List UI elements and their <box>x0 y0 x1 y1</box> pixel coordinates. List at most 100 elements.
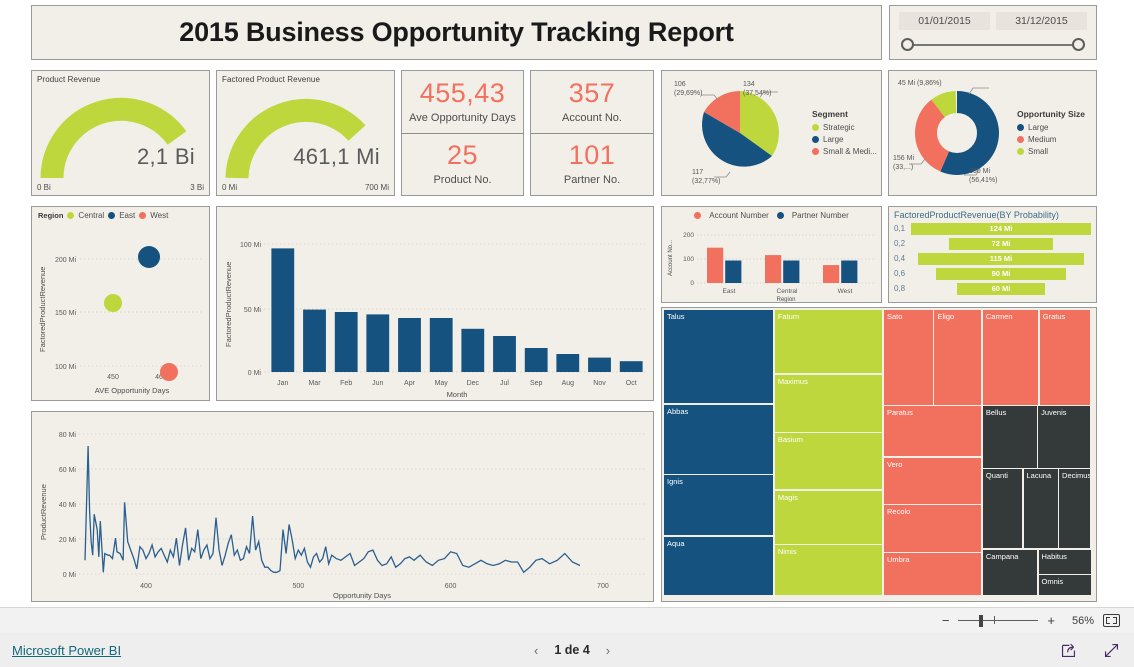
zoom-slider-thumb[interactable] <box>979 614 984 627</box>
treemap-tile[interactable]: Eligo <box>934 310 982 405</box>
bar-x-tick-labels: Jan Mar Feb Jun Apr May Dec Jul Sep Aug Nov Oct <box>277 380 637 387</box>
legend-swatch-icon <box>812 148 819 155</box>
slicer-handle-left[interactable] <box>901 38 914 51</box>
report-title-card: 2015 Business Opportunity Tracking Repor… <box>31 5 882 60</box>
slicer-handle-right[interactable] <box>1072 38 1085 51</box>
treemap-tile[interactable]: Magis <box>774 490 883 544</box>
treemap-tile[interactable]: Talus <box>664 310 774 404</box>
legend-label: Small <box>1028 147 1049 156</box>
funnel-bar[interactable]: 72 Mi <box>948 237 1054 250</box>
treemap-tile-label: Maximus <box>777 376 808 386</box>
funnel-bar[interactable]: 115 Mi <box>917 252 1085 265</box>
chart-factored-revenue-by-probability[interactable]: FactoredProductRevenue(BY Probability) 0… <box>888 206 1097 303</box>
funnel-value-label: 72 Mi <box>991 239 1011 248</box>
slicer-track[interactable] <box>899 36 1087 54</box>
treemap-tile[interactable]: Carmen <box>982 310 1039 405</box>
kpi-partner-no[interactable]: 101 Partner No. <box>531 132 653 196</box>
treemap-tile[interactable]: Omnis <box>1038 575 1091 596</box>
legend-label-east[interactable]: East <box>119 211 135 220</box>
treemap-tile[interactable]: Maximus <box>774 374 883 432</box>
donut-label-large: 260 Mi (56,41%) <box>969 168 998 184</box>
treemap-tile[interactable]: Recolo <box>883 505 982 552</box>
legend-label-west[interactable]: West <box>150 211 168 220</box>
date-range-slicer[interactable]: 01/01/2015 31/12/2015 <box>889 5 1097 60</box>
treemap-tile-label: Ignis <box>667 477 683 487</box>
legend-label-partner-number[interactable]: Partner Number <box>792 211 849 220</box>
chart-region-scatter[interactable]: Region Central East West FactoredProduct… <box>31 206 210 401</box>
funnel-bar[interactable]: 90 Mi <box>935 267 1067 280</box>
funnel-row[interactable]: 0,2 72 Mi <box>894 237 1091 250</box>
funnel-row[interactable]: 0,6 90 Mi <box>894 267 1091 280</box>
treemap-tile[interactable]: Fatum <box>774 310 883 374</box>
funnel-row[interactable]: 0,1 124 Mi <box>894 222 1091 235</box>
kpi-account-no[interactable]: 357 Account No. <box>531 71 653 133</box>
treemap-tile-label: Decimus <box>1062 471 1091 481</box>
treemap-tile[interactable]: Quanti <box>982 469 1023 549</box>
treemap-tile[interactable]: Vero <box>883 457 982 504</box>
chart-monthly-factored-revenue[interactable]: FactoredProductRevenue 100 Mi 50 Mi 0 Mi… <box>216 206 654 401</box>
legend-label-central[interactable]: Central <box>78 211 104 220</box>
treemap-tile-label: Carmen <box>985 312 1013 321</box>
funnel-row[interactable]: 0,8 60 Mi <box>894 282 1091 295</box>
funnel-row[interactable]: 0,4 115 Mi <box>894 252 1091 265</box>
treemap-tile[interactable]: Paratus <box>883 406 982 457</box>
treemap-tile[interactable]: Habitus <box>1038 549 1091 574</box>
legend-item-large[interactable]: Large <box>812 135 877 144</box>
legend-label: Large <box>1028 123 1049 132</box>
slicer-end-date[interactable]: 31/12/2015 <box>996 12 1087 30</box>
column-y-axis-title: Account No... <box>668 240 674 276</box>
column-x-tick: East <box>722 288 735 295</box>
chart-segment-pie[interactable]: 134 (37,54%) 106 (29,69%) 117 (32,77%) Segm… <box>661 70 882 196</box>
zoom-out-button[interactable]: − <box>942 614 950 627</box>
treemap-tile[interactable]: Decimus <box>1059 469 1091 549</box>
scatter-point-central <box>104 294 122 312</box>
kpi-ave-opportunity-days[interactable]: 455,43 Ave Opportunity Days <box>402 71 523 133</box>
treemap-area: Talus Abbas Ignis Aqua Fatum Maximus Basium Mag… <box>664 310 1094 599</box>
legend-item-strategic[interactable]: Strategic <box>812 123 877 132</box>
slicer-start-date[interactable]: 01/01/2015 <box>899 12 990 30</box>
chart-opportunity-size-donut[interactable]: 45 Mi (9,86%) 156 Mi (33,...) 260 Mi (56,4… <box>888 70 1097 196</box>
next-page-icon[interactable]: › <box>606 643 610 658</box>
legend-title: Region <box>38 211 64 220</box>
chart-product-revenue-by-days[interactable]: ProductRevenue 80 Mi 60 Mi 40 Mi 20 Mi 0… <box>31 411 654 602</box>
zoom-in-button[interactable]: + <box>1047 614 1055 627</box>
legend-item-medium[interactable]: Medium <box>1017 135 1085 144</box>
zoom-slider[interactable] <box>958 614 1039 628</box>
chart-account-partner-by-region[interactable]: Account Number Partner Number Account No… <box>661 206 882 303</box>
treemap-tile[interactable]: Gratus <box>1039 310 1091 405</box>
share-icon[interactable] <box>1060 642 1077 659</box>
legend-item-small-medium[interactable]: Small & Medi... <box>812 147 877 156</box>
previous-page-icon[interactable]: ‹ <box>534 643 538 658</box>
kpi-product-no[interactable]: 25 Product No. <box>402 132 523 196</box>
treemap-tile[interactable]: Juvenis <box>1038 406 1091 468</box>
treemap-tile[interactable]: Basium <box>774 433 883 490</box>
funnel-bar[interactable]: 60 Mi <box>957 282 1045 295</box>
legend-item-small[interactable]: Small <box>1017 147 1085 156</box>
legend-item-large[interactable]: Large <box>1017 123 1085 132</box>
funnel-bar[interactable]: 124 Mi <box>911 222 1091 235</box>
scatter-x-axis-title: AVE Opportunity Days <box>95 386 170 395</box>
fit-to-page-icon[interactable] <box>1103 614 1120 627</box>
treemap-tile[interactable]: Abbas <box>664 404 774 474</box>
treemap-tile[interactable]: Campana <box>982 549 1037 596</box>
legend-swatch-icon <box>812 124 819 131</box>
treemap-tile[interactable]: Umbra <box>883 553 982 596</box>
gauge-product-revenue[interactable]: Product Revenue 2,1 Bi 0 Bi 3 Bi <box>31 70 210 196</box>
treemap-tile[interactable]: Aqua <box>664 536 774 596</box>
bar-x-tick: Aug <box>562 380 575 387</box>
treemap-tile[interactable]: Bellus <box>982 406 1037 468</box>
microsoft-power-bi-link[interactable]: Microsoft Power BI <box>12 643 121 658</box>
funnel-value-label: 60 Mi <box>991 284 1011 293</box>
treemap-tile[interactable]: Sato <box>883 310 933 405</box>
gauge-factored-product-revenue[interactable]: Factored Product Revenue 461,1 Mi 0 Mi 7… <box>216 70 395 196</box>
kpi-card-group-right: 357 Account No. 101 Partner No. <box>530 70 654 196</box>
treemap-tile[interactable]: Nimis <box>774 545 883 596</box>
fullscreen-icon[interactable] <box>1103 642 1120 659</box>
bar-x-tick: May <box>435 380 449 387</box>
chart-account-treemap[interactable]: Talus Abbas Ignis Aqua Fatum Maximus Basium Mag… <box>661 307 1097 602</box>
treemap-tile-label: Umbra <box>886 555 910 565</box>
treemap-tile[interactable]: Ignis <box>664 475 774 536</box>
line-x-tick: 400 <box>140 583 152 590</box>
legend-label-account-number[interactable]: Account Number <box>709 211 769 220</box>
treemap-tile[interactable]: Lacuna <box>1023 469 1058 549</box>
